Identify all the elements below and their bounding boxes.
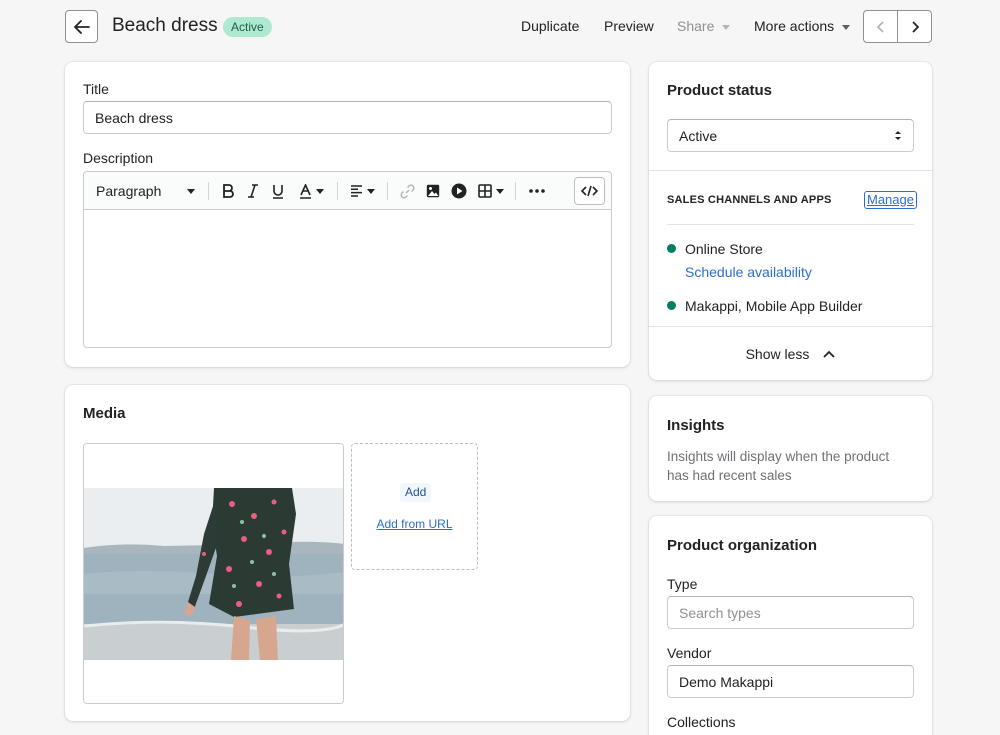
description-editor: Paragraph [83,171,612,348]
align-left-icon [350,185,362,197]
title-input-value: Beach dress [95,109,173,126]
channel-online-store: Online Store [685,241,763,257]
vendor-input[interactable]: Demo Makappi [667,665,914,698]
previous-product-button[interactable] [864,11,898,42]
chevron-down-icon [496,188,504,194]
text-color-button[interactable] [294,172,328,210]
description-textarea[interactable] [84,210,611,347]
more-actions-button[interactable]: More actions [754,18,851,34]
add-from-url-link[interactable]: Add from URL [352,517,477,531]
vendor-label: Vendor [667,645,712,661]
title-label: Title [83,81,109,97]
italic-icon [248,184,258,198]
duplicate-button[interactable]: Duplicate [521,18,579,34]
toolbar-divider [515,182,516,200]
manage-channels-button[interactable]: Manage [864,191,917,209]
status-badge: Active [223,17,272,37]
code-icon [581,185,598,197]
toolbar-divider [387,182,388,200]
chevron-down-icon [366,188,375,194]
show-less-button[interactable]: Show less [649,327,932,380]
page-title: Beach dress [112,15,218,36]
play-circle-icon [451,183,467,199]
toolbar-divider [208,182,209,200]
chevron-down-icon [187,188,195,194]
sales-channels-title: SALES CHANNELS AND APPS [667,194,832,206]
select-arrows-icon [895,131,901,140]
channel-makappi: Makappi, Mobile App Builder [685,298,863,314]
product-organization-heading: Product organization [667,537,817,554]
product-status-value: Active [679,127,718,144]
show-html-button[interactable] [574,177,605,205]
add-media-button[interactable]: Add [400,483,432,502]
more-actions-label: More actions [754,18,835,34]
divider [649,170,932,171]
arrow-left-icon [73,19,90,34]
preview-button[interactable]: Preview [604,18,654,34]
title-input[interactable]: Beach dress [83,101,612,134]
media-heading: Media [83,405,126,422]
chevron-down-icon [315,188,324,194]
chevron-up-icon [823,350,836,358]
insights-text: Insights will display when the product h… [667,449,890,483]
product-photo [84,444,343,703]
bold-button[interactable] [217,172,239,210]
chevron-down-icon [842,24,851,30]
product-status-heading: Product status [667,82,773,99]
chevron-right-icon [911,20,919,33]
insights-heading: Insights [667,417,725,434]
collections-label: Collections [667,714,736,730]
pagination [863,10,932,43]
insert-table-button[interactable] [474,172,508,210]
align-button[interactable] [346,172,378,210]
type-input[interactable]: Search types [667,596,914,629]
divider [667,224,914,225]
insert-video-button[interactable] [448,172,470,210]
vendor-value: Demo Makappi [679,673,774,690]
media-dropzone[interactable]: Add Add from URL [351,443,478,570]
bold-icon [223,184,234,198]
channel-status-dot [667,301,676,310]
share-button[interactable]: Share [677,18,731,34]
insert-image-button[interactable] [422,172,444,210]
more-formatting-button[interactable] [524,172,550,210]
image-icon [426,184,440,198]
more-horizontal-icon [529,189,545,193]
product-status-select[interactable]: Active [667,119,914,152]
link-icon [399,183,415,199]
type-placeholder: Search types [679,604,761,621]
link-button[interactable] [396,172,418,210]
next-product-button[interactable] [898,11,931,42]
channel-status-dot [667,244,676,253]
italic-button[interactable] [242,172,264,210]
description-label: Description [83,150,154,166]
back-button[interactable] [65,10,98,43]
type-label: Type [667,576,698,592]
table-icon [478,184,492,198]
editor-toolbar: Paragraph [84,172,611,210]
toolbar-divider [337,182,338,200]
chevron-down-icon [722,24,731,30]
media-thumbnail[interactable] [83,443,344,704]
schedule-availability-link[interactable]: Schedule availability [685,264,812,280]
underline-icon [273,184,283,199]
underline-button[interactable] [267,172,289,210]
paragraph-format-label: Paragraph [96,183,162,199]
text-color-icon [299,183,311,199]
share-label: Share [677,18,715,34]
show-less-label: Show less [745,345,810,362]
chevron-left-icon [876,20,884,33]
paragraph-format-select[interactable]: Paragraph [96,172,201,210]
